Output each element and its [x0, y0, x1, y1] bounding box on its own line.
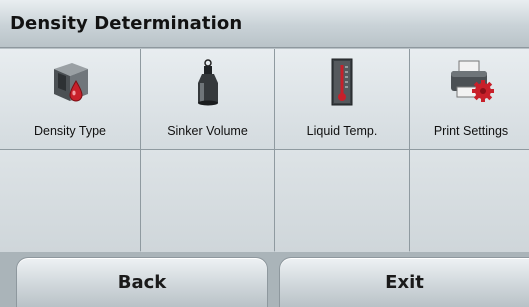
printer-gear-icon — [451, 60, 494, 102]
empty-slot — [275, 150, 409, 252]
density-cube-icon — [54, 63, 88, 102]
menu-item-density-type[interactable]: Density Type — [0, 49, 140, 149]
menu-item-label: Sinker Volume — [167, 124, 248, 138]
menu-item-liquid-temp[interactable]: Liquid Temp. — [275, 49, 409, 149]
page-title: Density Determination — [10, 13, 243, 34]
bottom-bar: Back Exit — [0, 252, 529, 307]
menu-item-label: Liquid Temp. — [306, 124, 378, 138]
empty-slot — [410, 150, 529, 252]
thermometer-icon — [331, 58, 353, 106]
menu-item-label: Print Settings — [433, 124, 509, 138]
title-bar: Density Determination — [0, 0, 529, 48]
back-button[interactable]: Back — [16, 257, 268, 307]
sinker-weight-icon — [197, 59, 218, 106]
menu-grid: Density Type Sinker Volume Liquid Temp. — [0, 49, 529, 252]
menu-item-sinker-volume[interactable]: Sinker Volume — [141, 49, 274, 149]
menu-item-label: Density Type — [33, 124, 107, 138]
exit-button[interactable]: Exit — [279, 257, 529, 307]
menu-item-print-settings[interactable]: Print Settings — [410, 49, 529, 149]
empty-slot — [141, 150, 274, 252]
empty-slot — [0, 150, 140, 252]
